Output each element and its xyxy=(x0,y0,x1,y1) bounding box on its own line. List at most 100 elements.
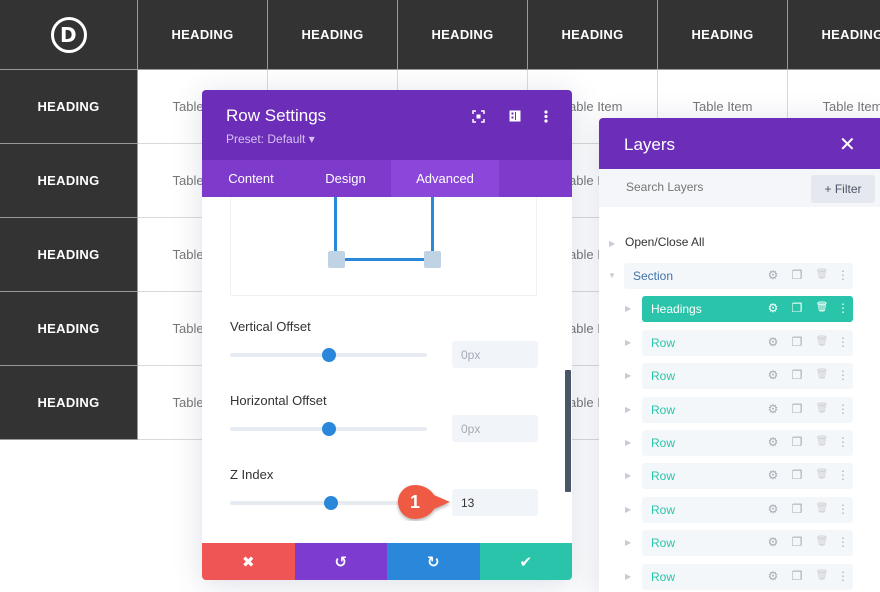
layers-header[interactable]: Layers ✕ xyxy=(599,118,880,169)
z-index-input[interactable]: 13 xyxy=(452,489,538,516)
settings-icon[interactable]: ⚙ xyxy=(766,535,780,549)
duplicate-icon[interactable]: ❐ xyxy=(790,502,804,516)
layer-label: Row xyxy=(651,403,676,417)
more-vertical-icon[interactable]: ⋮ xyxy=(836,535,850,549)
horizontal-offset-label: Horizontal Offset xyxy=(230,393,327,408)
trash-icon[interactable]: 🗑 xyxy=(815,336,829,347)
modal-header[interactable]: Row Settings Preset: Default ▾ xyxy=(202,90,572,160)
preview-handle-right[interactable] xyxy=(424,251,441,268)
more-vertical-icon[interactable]: ⋮ xyxy=(836,569,850,583)
trash-icon[interactable]: 🗑 xyxy=(815,302,829,313)
layer-row[interactable]: Headings ⚙ ❐ 🗑 ⋮ xyxy=(642,296,853,322)
column-heading: HEADING xyxy=(138,0,268,70)
layer-row[interactable]: Row ⚙ ❐ 🗑 ⋮ xyxy=(642,363,853,389)
more-vertical-icon[interactable]: ⋮ xyxy=(836,335,850,349)
filter-button[interactable]: + Filter xyxy=(811,175,875,203)
trash-icon[interactable]: 🗑 xyxy=(815,403,829,414)
expand-icon[interactable]: ▶ xyxy=(625,405,631,414)
expand-icon[interactable]: ▶ xyxy=(625,471,631,480)
slider-knob[interactable] xyxy=(324,496,339,510)
search-layers-input[interactable] xyxy=(626,180,781,194)
trash-icon[interactable]: 🗑 xyxy=(815,570,829,581)
layer-label: Row xyxy=(651,570,676,584)
focus-icon[interactable] xyxy=(470,108,486,124)
tab-design[interactable]: Design xyxy=(300,160,391,197)
layer-label: Row xyxy=(651,369,676,383)
more-vertical-icon[interactable]: ⋮ xyxy=(836,468,850,482)
vertical-offset-input[interactable]: 0px xyxy=(452,341,538,368)
layer-label: Section xyxy=(633,269,674,283)
vertical-offset-slider[interactable] xyxy=(230,348,427,362)
settings-icon[interactable]: ⚙ xyxy=(766,402,780,416)
expand-icon[interactable]: ▶ xyxy=(625,338,631,347)
collapse-icon[interactable]: ▼ xyxy=(608,271,616,280)
duplicate-icon[interactable]: ❐ xyxy=(790,402,804,416)
settings-scrollbar[interactable] xyxy=(565,370,571,492)
row-heading: HEADING xyxy=(0,218,138,292)
preview-handle-left[interactable] xyxy=(328,251,345,268)
layer-row[interactable]: Row ⚙ ❐ 🗑 ⋮ xyxy=(642,530,853,556)
duplicate-icon[interactable]: ❐ xyxy=(790,569,804,583)
more-vertical-icon[interactable]: ⋮ xyxy=(836,402,850,416)
expand-icon[interactable]: ▶ xyxy=(625,438,631,447)
settings-icon[interactable]: ⚙ xyxy=(766,268,780,282)
duplicate-icon[interactable]: ❐ xyxy=(790,268,804,282)
duplicate-icon[interactable]: ❐ xyxy=(790,435,804,449)
open-close-all-toggle[interactable]: Open/Close All xyxy=(625,235,704,249)
horizontal-offset-input[interactable]: 0px xyxy=(452,415,538,442)
duplicate-icon[interactable]: ❐ xyxy=(790,468,804,482)
layer-row[interactable]: Row ⚙ ❐ 🗑 ⋮ xyxy=(642,330,853,356)
layer-section[interactable]: Section ⚙ ❐ 🗑 ⋮ xyxy=(624,263,853,289)
more-vertical-icon[interactable]: ⋮ xyxy=(836,368,850,382)
slider-knob[interactable] xyxy=(321,348,336,362)
close-icon[interactable]: ✕ xyxy=(839,132,856,157)
settings-icon[interactable]: ⚙ xyxy=(766,335,780,349)
tab-advanced[interactable]: Advanced xyxy=(391,160,499,197)
more-vertical-icon[interactable]: ⋮ xyxy=(836,502,850,516)
more-vertical-icon[interactable]: ⋮ xyxy=(836,301,850,315)
more-vertical-icon[interactable]: ⋮ xyxy=(836,435,850,449)
duplicate-icon[interactable]: ❐ xyxy=(790,535,804,549)
layer-row[interactable]: Row ⚙ ❐ 🗑 ⋮ xyxy=(642,497,853,523)
trash-icon[interactable]: 🗑 xyxy=(815,536,829,547)
duplicate-icon[interactable]: ❐ xyxy=(790,301,804,315)
layer-row[interactable]: Row ⚙ ❐ 🗑 ⋮ xyxy=(642,564,853,590)
settings-icon[interactable]: ⚙ xyxy=(766,569,780,583)
discard-button[interactable]: ✖ xyxy=(202,543,295,580)
more-vertical-icon[interactable]: ⋮ xyxy=(836,268,850,282)
slider-knob[interactable] xyxy=(321,422,336,436)
expand-icon[interactable]: ▶ xyxy=(625,572,631,581)
preset-dropdown[interactable]: Preset: Default ▾ xyxy=(226,132,315,146)
split-view-icon[interactable] xyxy=(507,108,523,124)
settings-icon[interactable]: ⚙ xyxy=(766,502,780,516)
trash-icon[interactable]: 🗑 xyxy=(815,436,829,447)
redo-button[interactable]: ↻ xyxy=(387,543,480,580)
settings-icon[interactable]: ⚙ xyxy=(766,435,780,449)
expand-icon[interactable]: ▶ xyxy=(609,239,615,248)
trash-icon[interactable]: 🗑 xyxy=(815,469,829,480)
check-icon: ✔ xyxy=(519,553,533,571)
expand-icon[interactable]: ▶ xyxy=(625,538,631,547)
tab-content[interactable]: Content xyxy=(202,160,300,197)
settings-icon[interactable]: ⚙ xyxy=(766,301,780,315)
layer-row[interactable]: Row ⚙ ❐ 🗑 ⋮ xyxy=(642,463,853,489)
duplicate-icon[interactable]: ❐ xyxy=(790,368,804,382)
vertical-offset-label: Vertical Offset xyxy=(230,319,311,334)
column-heading: HEADING xyxy=(398,0,528,70)
expand-icon[interactable]: ▶ xyxy=(625,371,631,380)
layer-row[interactable]: Row ⚙ ❐ 🗑 ⋮ xyxy=(642,430,853,456)
expand-icon[interactable]: ▶ xyxy=(625,304,631,313)
save-button[interactable]: ✔ xyxy=(479,543,572,580)
trash-icon[interactable]: 🗑 xyxy=(815,369,829,380)
trash-icon[interactable]: 🗑 xyxy=(815,503,829,514)
horizontal-offset-slider[interactable] xyxy=(230,422,427,436)
layer-row[interactable]: Row ⚙ ❐ 🗑 ⋮ xyxy=(642,397,853,423)
settings-icon[interactable]: ⚙ xyxy=(766,368,780,382)
settings-icon[interactable]: ⚙ xyxy=(766,468,780,482)
expand-icon[interactable]: ▶ xyxy=(625,505,631,514)
column-heading: HEADING xyxy=(788,0,880,70)
duplicate-icon[interactable]: ❐ xyxy=(790,335,804,349)
trash-icon[interactable]: 🗑 xyxy=(815,269,829,280)
more-vertical-icon[interactable] xyxy=(538,108,554,124)
undo-button[interactable]: ↺ xyxy=(294,543,387,580)
